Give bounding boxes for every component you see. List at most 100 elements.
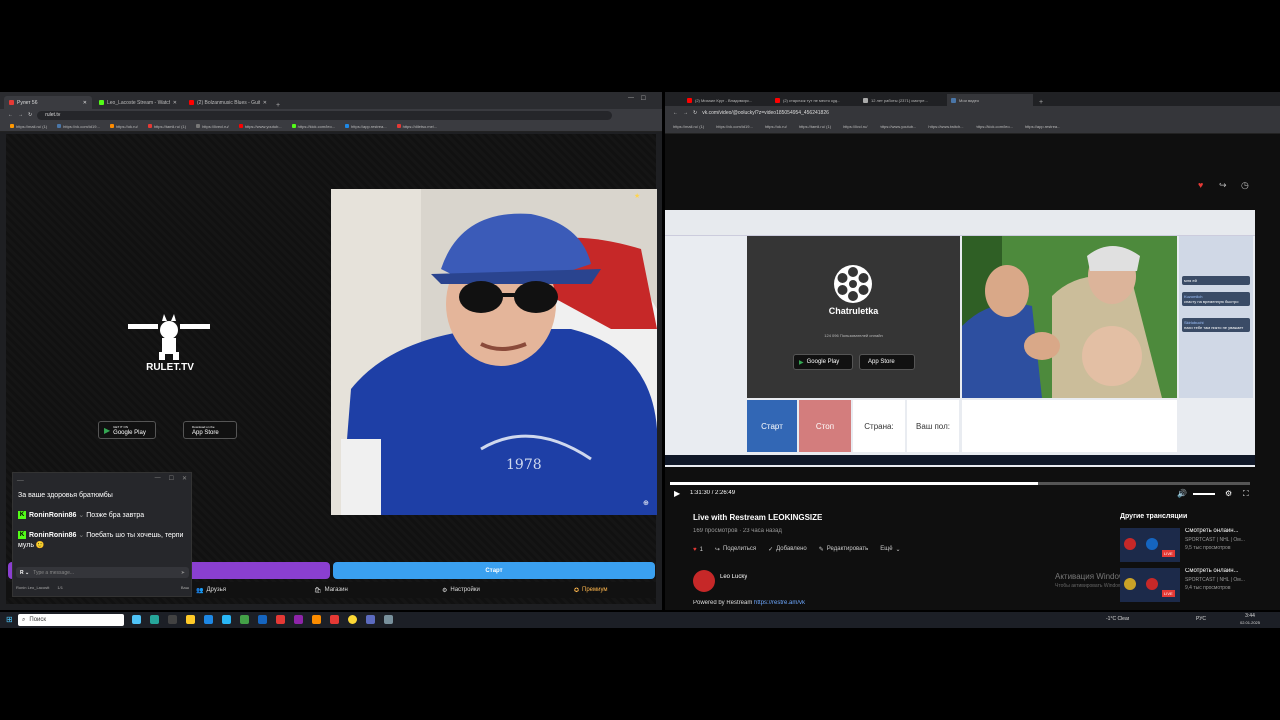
like-button[interactable]: ♥ 1 bbox=[693, 547, 703, 553]
share-icon[interactable]: ↪ bbox=[1219, 180, 1227, 191]
star-icon[interactable]: ★ bbox=[634, 192, 640, 200]
app-icon[interactable] bbox=[276, 615, 285, 624]
play-icon[interactable]: ▶ bbox=[674, 489, 680, 498]
bookmark-item[interactable]: https://www.youtub... bbox=[880, 124, 917, 129]
bookmark-item[interactable]: https://kick.com/leo... bbox=[976, 124, 1013, 129]
volume-icon[interactable]: 🔊 bbox=[1177, 489, 1187, 498]
app-store-button[interactable]: Download on the App Store bbox=[183, 421, 237, 439]
fullscreen-icon[interactable]: ⛶ bbox=[1243, 489, 1249, 499]
task-view-icon[interactable] bbox=[132, 615, 141, 624]
stream-title[interactable]: Смотреть онлайн... bbox=[1185, 568, 1257, 574]
reload-icon[interactable]: ↻ bbox=[693, 110, 697, 116]
telegram-icon[interactable] bbox=[222, 615, 231, 624]
bookmark-item[interactable]: https://ok.ru/ bbox=[765, 124, 787, 129]
windows-start-icon[interactable]: ⊞ bbox=[6, 615, 13, 624]
app-icon[interactable] bbox=[294, 615, 303, 624]
close-icon[interactable]: ✕ bbox=[173, 100, 177, 106]
new-tab-icon[interactable]: + bbox=[1039, 99, 1043, 106]
more-button[interactable]: Ещё ⌄ bbox=[880, 546, 900, 553]
left-tab-3[interactable]: (2) Bolzanmusic Blues - Guitar ✕ bbox=[184, 96, 272, 109]
url-input[interactable]: vk.com/video/@ooluckyl?z=video185054954_… bbox=[702, 110, 1280, 116]
right-tab-2[interactable]: (2) старичок тут не место куд... bbox=[771, 94, 857, 106]
bookmark-item[interactable]: https://www.youtub... bbox=[238, 124, 282, 129]
google-play-button[interactable]: ▶ GET IT ON Google Play bbox=[98, 421, 156, 439]
bookmark-item[interactable]: https://ok.ru/ bbox=[109, 124, 138, 129]
bookmark-item[interactable]: https://diletso.me/... bbox=[396, 124, 437, 129]
reload-icon[interactable]: ↻ bbox=[28, 112, 32, 118]
edge-icon[interactable] bbox=[204, 615, 213, 624]
inner-app-store-button[interactable]: App Store bbox=[859, 354, 915, 370]
bookmark-item[interactable]: https://tamli.ru/ (1) bbox=[147, 124, 186, 129]
app-icon[interactable] bbox=[258, 615, 267, 624]
forward-icon[interactable]: → bbox=[18, 112, 23, 118]
forward-icon[interactable]: → bbox=[683, 110, 688, 116]
stream-title[interactable]: Смотреть онлайн... bbox=[1185, 528, 1257, 534]
nav-premium[interactable]: ✪ Премиум bbox=[574, 587, 608, 594]
inner-country-select[interactable]: Страна: bbox=[853, 400, 905, 452]
edit-button[interactable]: ✎ Редактировать bbox=[819, 546, 868, 553]
bookmark-item[interactable]: https://app.restrea... bbox=[1025, 124, 1061, 129]
author-avatar[interactable] bbox=[693, 570, 715, 592]
nav-shop[interactable]: 🛍 Магазин bbox=[314, 587, 348, 594]
app-icon[interactable] bbox=[240, 615, 249, 624]
bookmark-item[interactable]: https://vk.com/id19... bbox=[57, 124, 100, 129]
bookmark-item[interactable]: https://mail.ru/ (1) bbox=[673, 124, 704, 129]
stream-thumbnail[interactable]: LIVE bbox=[1120, 568, 1180, 602]
right-tab-3[interactable]: 12 лет работы (2371) смотре... bbox=[859, 94, 945, 106]
left-tab-1[interactable]: Рулет 56 ✕ bbox=[4, 96, 92, 109]
new-tab-icon[interactable]: + bbox=[276, 102, 280, 109]
right-tab-4[interactable]: Мои видео bbox=[947, 94, 1033, 106]
bookmark-item[interactable]: https://livecl.ru/ bbox=[196, 124, 229, 129]
bookmark-item[interactable]: https://tamli.ru/ (1) bbox=[799, 124, 831, 129]
close-icon[interactable]: ✕ bbox=[182, 475, 187, 482]
author-name[interactable]: Leo Lucky bbox=[720, 574, 747, 580]
inner-gender-select[interactable]: Ваш пол: bbox=[907, 400, 959, 452]
bookmark-item[interactable]: https://kick.com/leo... bbox=[291, 124, 335, 129]
share-button[interactable]: ↪ Поделиться bbox=[715, 546, 756, 553]
nav-settings[interactable]: ⚙ Настройки bbox=[442, 587, 480, 594]
heart-icon[interactable]: ♥ bbox=[1198, 180, 1203, 190]
app-icon[interactable] bbox=[330, 615, 339, 624]
app-icon[interactable] bbox=[312, 615, 321, 624]
back-icon[interactable]: ← bbox=[8, 112, 13, 118]
settings-icon[interactable]: ⚙ bbox=[1225, 489, 1232, 498]
start-button[interactable]: Старт bbox=[333, 562, 655, 579]
folder-icon[interactable] bbox=[186, 615, 195, 624]
maximize-icon[interactable]: ☐ bbox=[641, 95, 646, 102]
powered-link[interactable]: https://restre.am/vk bbox=[754, 600, 805, 606]
video-progress-bar[interactable] bbox=[670, 482, 1250, 485]
inner-start-button[interactable]: Старт bbox=[747, 400, 797, 452]
clock-icon[interactable]: ◷ bbox=[1241, 180, 1249, 191]
volume-slider[interactable] bbox=[1193, 493, 1215, 495]
report-icon[interactable]: ⊕ bbox=[643, 499, 649, 507]
stream-thumbnail[interactable]: LIVE bbox=[1120, 528, 1180, 562]
close-icon[interactable]: ✕ bbox=[263, 100, 267, 106]
minimize-icon[interactable]: — bbox=[155, 475, 161, 482]
taskbar-search[interactable]: ⌕ Поиск bbox=[18, 614, 124, 626]
bookmark-item[interactable]: https://app.restrea... bbox=[345, 124, 387, 129]
left-tab-2[interactable]: Leo_Lacoste Stream - Watch L... ✕ bbox=[94, 96, 182, 109]
maximize-icon[interactable]: ☐ bbox=[169, 475, 174, 482]
chat-username[interactable]: RoninRonin86 bbox=[29, 512, 76, 519]
chat-input[interactable]: R ⌄ Type a message... ➤ bbox=[16, 567, 189, 578]
app-icon[interactable] bbox=[384, 615, 393, 624]
app-icon[interactable] bbox=[366, 615, 375, 624]
bookmark-item[interactable]: https://vk.com/id19... bbox=[716, 124, 753, 129]
bookmark-item[interactable]: https://www.twitch... bbox=[928, 124, 963, 129]
close-icon[interactable]: ✕ bbox=[83, 100, 87, 106]
bookmark-item[interactable]: https://livcl.ru/ bbox=[843, 124, 867, 129]
nav-friends[interactable]: 👥 Друзья bbox=[196, 587, 226, 594]
back-icon[interactable]: ← bbox=[673, 110, 678, 116]
chrome-icon[interactable] bbox=[348, 615, 357, 624]
bookmark-item[interactable]: https://mail.ru/ (1) bbox=[10, 124, 47, 129]
app-icon[interactable] bbox=[150, 615, 159, 624]
taskbar-weather[interactable]: -1°C Clear bbox=[1106, 616, 1129, 622]
url-input[interactable]: rulet.tv bbox=[37, 110, 612, 120]
inner-google-play-button[interactable]: ▶ Google Play bbox=[793, 354, 853, 370]
app-icon[interactable] bbox=[168, 615, 177, 624]
send-icon[interactable]: ➤ bbox=[181, 570, 185, 576]
inner-stop-button[interactable]: Стоп bbox=[799, 400, 851, 452]
minimize-icon[interactable]: — bbox=[628, 95, 634, 101]
taskbar-language[interactable]: РУС bbox=[1196, 616, 1206, 622]
chat-username[interactable]: RoninRonin86 bbox=[29, 532, 76, 539]
